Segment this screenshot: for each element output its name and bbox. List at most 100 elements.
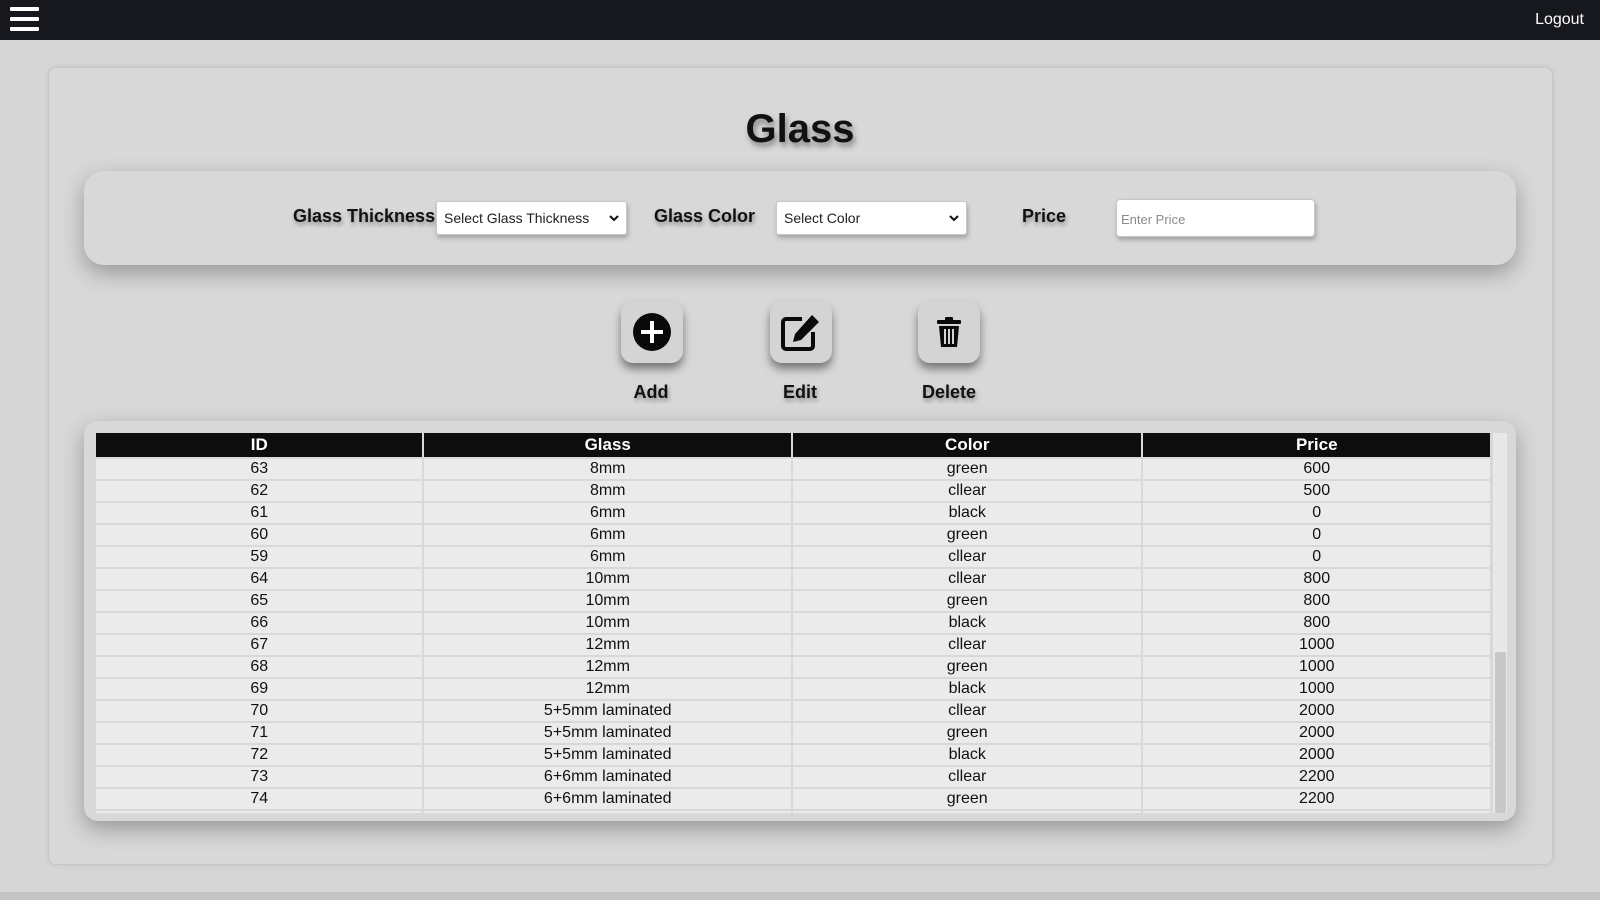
table-row[interactable]: 60 6mm green 0 (96, 525, 1490, 545)
cell-id: 59 (96, 547, 423, 567)
cell-color: green (793, 591, 1142, 611)
cell-color: black (793, 613, 1142, 633)
header-glass: Glass (424, 433, 791, 457)
header-price: Price (1143, 433, 1490, 457)
glass-color-select-value: Select Color (784, 210, 861, 226)
cell-glass: 6mm (424, 547, 791, 567)
cell-id: 61 (96, 503, 423, 523)
delete-label: Delete (921, 382, 977, 402)
table-row[interactable]: 64 10mm cllear 800 (96, 569, 1490, 589)
cell-price: 800 (1143, 591, 1490, 611)
cell-color: black (793, 745, 1142, 765)
cell-id: 70 (96, 701, 423, 721)
cell-price: 2200 (1143, 767, 1490, 787)
cell-glass: 12mm (424, 679, 791, 699)
table-row[interactable]: 65 10mm green 800 (96, 591, 1490, 611)
cell-color: green (793, 723, 1142, 743)
table-row[interactable]: 66 10mm black 800 (96, 613, 1490, 633)
add-button[interactable] (621, 301, 683, 363)
table-row[interactable]: 70 5+5mm laminated cllear 2000 (96, 701, 1490, 721)
cell-id: 65 (96, 591, 423, 611)
cell-glass: 5+5mm laminated (424, 701, 791, 721)
cell-glass: 6+6mm laminated (424, 811, 791, 813)
glass-thickness-select-value: Select Glass Thickness (444, 210, 590, 226)
cell-color: cllear (793, 701, 1142, 721)
cell-glass: 10mm (424, 613, 791, 633)
table-row[interactable]: 74 6+6mm laminated green 2200 (96, 789, 1490, 809)
add-label: Add (633, 382, 669, 402)
cell-color: black (793, 503, 1142, 523)
glass-table-container[interactable]: ID Glass Color Price 63 8mm green 600 62 8mm c… (94, 431, 1507, 813)
cell-id: 73 (96, 767, 423, 787)
price-input-placeholder: Enter Price (1121, 212, 1186, 227)
cell-color: black (793, 811, 1142, 813)
cell-price: 0 (1143, 547, 1490, 567)
table-row[interactable]: 63 8mm green 600 (96, 459, 1490, 479)
cell-color: green (793, 657, 1142, 677)
cell-color: cllear (793, 767, 1142, 787)
cell-id: 74 (96, 789, 423, 809)
cell-id: 69 (96, 679, 423, 699)
chevron-down-icon (609, 215, 619, 222)
cell-glass: 8mm (424, 481, 791, 501)
cell-id: 72 (96, 745, 423, 765)
page-title: Glass (745, 107, 855, 151)
cell-glass: 12mm (424, 635, 791, 655)
cell-id: 63 (96, 459, 423, 479)
cell-price: 2000 (1143, 701, 1490, 721)
cell-glass: 10mm (424, 591, 791, 611)
table-header-row: ID Glass Color Price (96, 433, 1490, 457)
cell-color: green (793, 525, 1142, 545)
price-label: Price (1022, 206, 1067, 226)
plus-circle-icon (633, 313, 671, 351)
cell-glass: 8mm (424, 459, 791, 479)
cell-price: 0 (1143, 525, 1490, 545)
cell-price: 600 (1143, 459, 1490, 479)
cell-glass: 10mm (424, 569, 791, 589)
cell-price: 2200 (1143, 811, 1490, 813)
chevron-down-icon (949, 215, 959, 222)
edit-icon (781, 315, 819, 351)
cell-color: cllear (793, 569, 1142, 589)
table-row[interactable]: 756+6mm laminatedblack2200 (96, 811, 1490, 813)
cell-glass: 6mm (424, 525, 791, 545)
table-row[interactable]: 59 6mm cllear 0 (96, 547, 1490, 567)
cell-id: 64 (96, 569, 423, 589)
cell-price: 2000 (1143, 745, 1490, 765)
cell-price: 1000 (1143, 679, 1490, 699)
cell-color: green (793, 789, 1142, 809)
trash-icon (937, 317, 961, 347)
table-row[interactable]: 73 6+6mm laminated cllear 2200 (96, 767, 1490, 787)
edit-button[interactable] (770, 301, 832, 363)
table-row[interactable]: 62 8mm cllear 500 (96, 481, 1490, 501)
hamburger-menu-icon[interactable] (10, 6, 39, 33)
glass-thickness-select[interactable]: Select Glass Thickness (436, 201, 627, 235)
table-row[interactable]: 69 12mm black 1000 (96, 679, 1490, 699)
cell-price: 500 (1143, 481, 1490, 501)
cell-color: cllear (793, 547, 1142, 567)
cell-glass: 6+6mm laminated (424, 767, 791, 787)
cell-glass: 5+5mm laminated (424, 723, 791, 743)
cell-id: 68 (96, 657, 423, 677)
cell-price: 800 (1143, 569, 1490, 589)
table-scrollbar-thumb[interactable] (1495, 652, 1506, 813)
cell-color: green (793, 459, 1142, 479)
logout-link[interactable]: Logout (1535, 11, 1584, 29)
table-row[interactable]: 71 5+5mm laminated green 2000 (96, 723, 1490, 743)
table-row[interactable]: 72 5+5mm laminated black 2000 (96, 745, 1490, 765)
cell-id: 67 (96, 635, 423, 655)
glass-color-select[interactable]: Select Color (776, 201, 967, 235)
cell-id: 66 (96, 613, 423, 633)
cell-price: 2000 (1143, 723, 1490, 743)
cell-price: 0 (1143, 503, 1490, 523)
cell-glass: 12mm (424, 657, 791, 677)
cell-price: 800 (1143, 613, 1490, 633)
delete-button[interactable] (918, 301, 980, 363)
header-color: Color (793, 433, 1142, 457)
table-row[interactable]: 61 6mm black 0 (96, 503, 1490, 523)
footer-strip (0, 892, 1600, 900)
table-row[interactable]: 67 12mm cllear 1000 (96, 635, 1490, 655)
price-input[interactable]: Enter Price (1116, 199, 1315, 237)
table-row[interactable]: 68 12mm green 1000 (96, 657, 1490, 677)
cell-price: 1000 (1143, 635, 1490, 655)
